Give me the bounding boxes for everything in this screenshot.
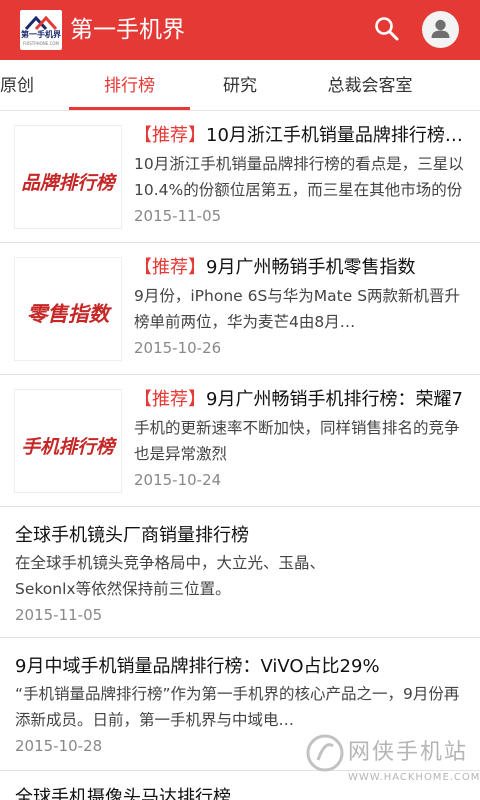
logo-text: 第一手机界 bbox=[21, 30, 61, 39]
article-item[interactable]: 9月中域手机销量品牌排行榜：ViVO占比29% “手机销量品牌排行榜”作为第一手… bbox=[0, 638, 480, 771]
active-tab-indicator bbox=[69, 107, 190, 110]
tab-ceo-lounge[interactable]: 总裁会客室 bbox=[315, 60, 425, 110]
article-summary: 在全球手机镜头竞争格局中，大立光、玉晶、Sekonlx等依然保持前三位置。 bbox=[15, 554, 326, 598]
logo-roof-icon bbox=[24, 15, 58, 30]
article-summary: 10月浙江手机销量品牌排行榜的看点是，三星以10.4%的份额位居第五，而三星在其… bbox=[134, 155, 464, 199]
article-title: 【推荐】10月浙江手机销量品牌排行榜的看点 bbox=[134, 123, 464, 149]
article-list: 品牌排行榜 【推荐】10月浙江手机销量品牌排行榜的看点 10月浙江手机销量品牌排… bbox=[0, 111, 480, 800]
article-title: 9月中域手机销量品牌排行榜：ViVO占比29% bbox=[15, 656, 380, 677]
article-summary: 9月份，iPhone 6S与华为Mate S两款新机晋升榜单前两位，华为麦芒4由… bbox=[134, 287, 461, 331]
thumbnail-calligraphy: 零售指数 bbox=[27, 302, 113, 326]
thumbnail-calligraphy: 品牌排行榜 bbox=[21, 172, 118, 194]
person-icon bbox=[431, 19, 450, 38]
search-button[interactable] bbox=[372, 14, 402, 44]
article-item[interactable]: 全球手机镜头厂商销量排行榜 在全球手机镜头竞争格局中，大立光、玉晶、Sekonl… bbox=[0, 507, 480, 638]
article-title: 全球手机镜头厂商销量排行榜 bbox=[15, 525, 249, 546]
article-item[interactable]: 品牌排行榜 【推荐】10月浙江手机销量品牌排行榜的看点 10月浙江手机销量品牌排… bbox=[0, 111, 480, 243]
recommend-tag: 【推荐】 bbox=[134, 389, 206, 410]
article-date: 2015-11-05 bbox=[134, 207, 222, 225]
article-title: 全球手机摄像头马达排行榜 bbox=[15, 787, 231, 800]
article-date: 2015-11-05 bbox=[15, 606, 103, 624]
article-title: 【推荐】9月广州畅销手机零售指数 bbox=[134, 255, 464, 281]
article-date: 2015-10-24 bbox=[134, 471, 222, 489]
thumbnail-text: 零售指数 bbox=[27, 302, 113, 326]
article-title-text: 9月广州畅销手机零售指数 bbox=[206, 257, 416, 278]
logo-subtext: FIRSTPHONE.COM bbox=[23, 41, 59, 46]
article-thumbnail: 手机排行榜 bbox=[14, 389, 122, 493]
article-title: 【推荐】9月广州畅销手机排行榜：荣耀7 bbox=[134, 387, 464, 413]
article-summary: 手机的更新速率不断加快，同样销售排名的竞争也是异常激烈 bbox=[134, 419, 460, 463]
app-bar: 第一手机界 FIRSTPHONE.COM 第一手机界 bbox=[0, 0, 480, 60]
tab-bar: 原创 排行榜 研究 总裁会客室 bbox=[0, 60, 480, 111]
article-date: 2015-10-28 bbox=[15, 737, 103, 755]
recommend-tag: 【推荐】 bbox=[134, 257, 206, 278]
article-summary: “手机销量品牌排行榜”作为第一手机界的核心产品之一，9月份再添新成员。日前，第一… bbox=[15, 685, 460, 729]
thumbnail-text: 手机排行榜 bbox=[21, 436, 118, 458]
tab-original[interactable]: 原创 bbox=[0, 60, 40, 110]
tab-research[interactable]: 研究 bbox=[205, 60, 275, 110]
avatar-button[interactable] bbox=[422, 11, 459, 48]
article-thumbnail: 品牌排行榜 bbox=[14, 125, 122, 229]
article-date: 2015-10-26 bbox=[134, 339, 222, 357]
article-title-text: 9月广州畅销手机排行榜：荣耀7 bbox=[206, 389, 463, 410]
thumbnail-text: 品牌排行榜 bbox=[21, 172, 118, 194]
recommend-tag: 【推荐】 bbox=[134, 125, 206, 146]
search-icon bbox=[375, 17, 399, 41]
article-item[interactable]: 全球手机摄像头马达排行榜 bbox=[0, 771, 480, 800]
article-thumbnail: 零售指数 bbox=[14, 257, 122, 361]
app-logo: 第一手机界 FIRSTPHONE.COM bbox=[20, 10, 62, 50]
article-item[interactable]: 零售指数 【推荐】9月广州畅销手机零售指数 9月份，iPhone 6S与华为Ma… bbox=[0, 243, 480, 375]
thumbnail-calligraphy: 手机排行榜 bbox=[21, 436, 118, 458]
article-item[interactable]: 手机排行榜 【推荐】9月广州畅销手机排行榜：荣耀7 手机的更新速率不断加快，同样… bbox=[0, 375, 480, 507]
tab-rankings[interactable]: 排行榜 bbox=[69, 60, 190, 110]
article-title-text: 10月浙江手机销量品牌排行榜的看点 bbox=[206, 125, 464, 146]
app-title: 第一手机界 bbox=[70, 17, 185, 43]
